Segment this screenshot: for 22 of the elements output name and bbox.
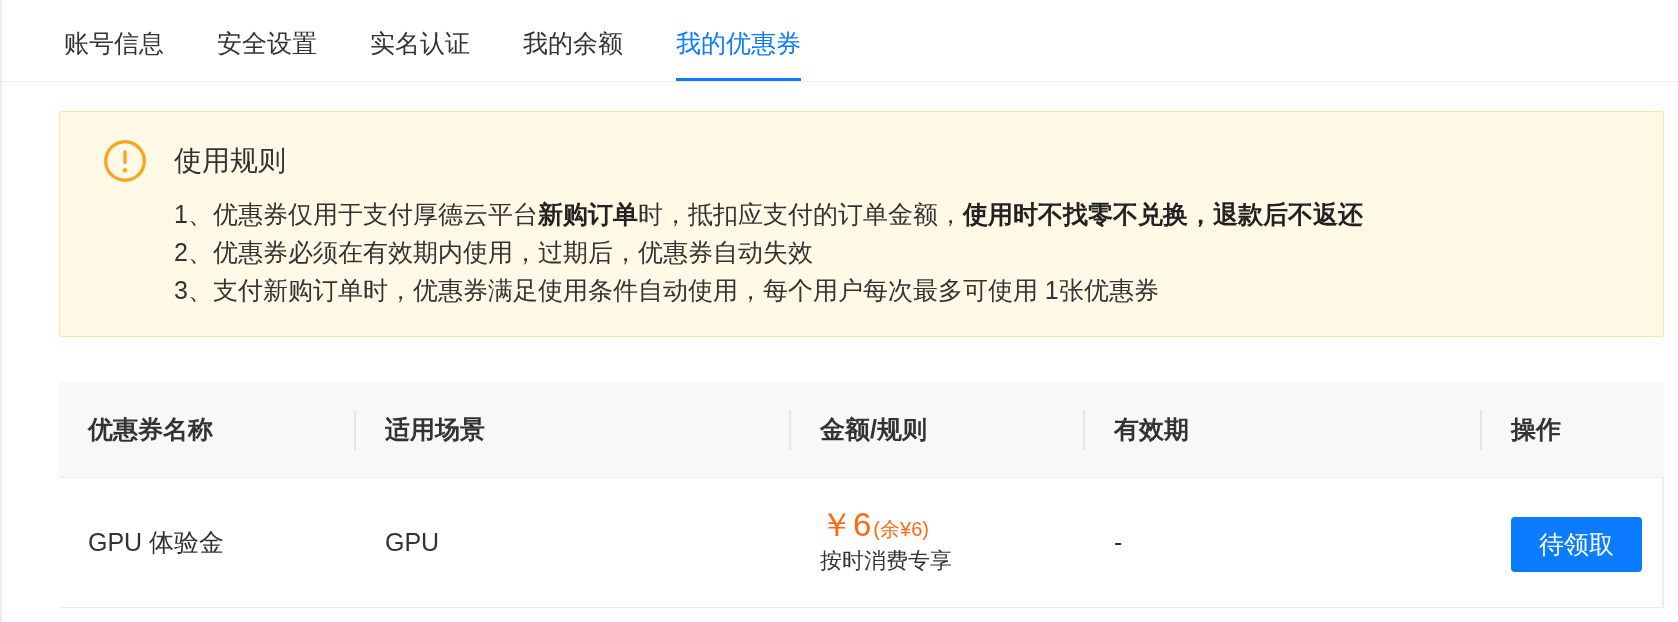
rule-text: 3、支付新购订单时，优惠券满足使用条件自动使用，每个用户每次最多可使用 1张优惠券 <box>174 275 1160 306</box>
tab[interactable]: 我的优惠券 <box>676 0 801 81</box>
claim-button[interactable]: 待领取 <box>1511 516 1642 572</box>
rule-text: 1、优惠券仅用于支付厚德云平台新购订单时，抵扣应支付的订单金额，使用时不找零不兑换，退款后不返还 <box>174 199 1363 230</box>
tab[interactable]: 我的余额 <box>523 0 623 81</box>
column-header: 操作 <box>1511 414 1561 445</box>
warning-icon <box>104 140 146 182</box>
column-header: 金额/规则 <box>820 414 927 445</box>
usage-scene: GPU <box>385 528 440 557</box>
column-header: 优惠券名称 <box>88 414 213 445</box>
tab[interactable]: 安全设置 <box>217 0 317 81</box>
column-header: 有效期 <box>1114 414 1189 445</box>
amount-rule: 按时消费专享 <box>820 547 952 573</box>
tab[interactable]: 账号信息 <box>64 0 164 81</box>
column-header: 适用场景 <box>385 414 485 445</box>
notice-title: 使用规则 <box>174 144 287 178</box>
tab[interactable]: 实名认证 <box>370 0 470 81</box>
remaining-balance: (余¥6) <box>873 516 929 542</box>
validity-text: - <box>1114 528 1123 557</box>
coupon-name: GPU 体验金 <box>88 527 225 558</box>
coupon-amount: ￥6 <box>820 506 872 543</box>
rule-text: 2、优惠券必须在有效期内使用，过期后，优惠券自动失效 <box>174 237 814 268</box>
